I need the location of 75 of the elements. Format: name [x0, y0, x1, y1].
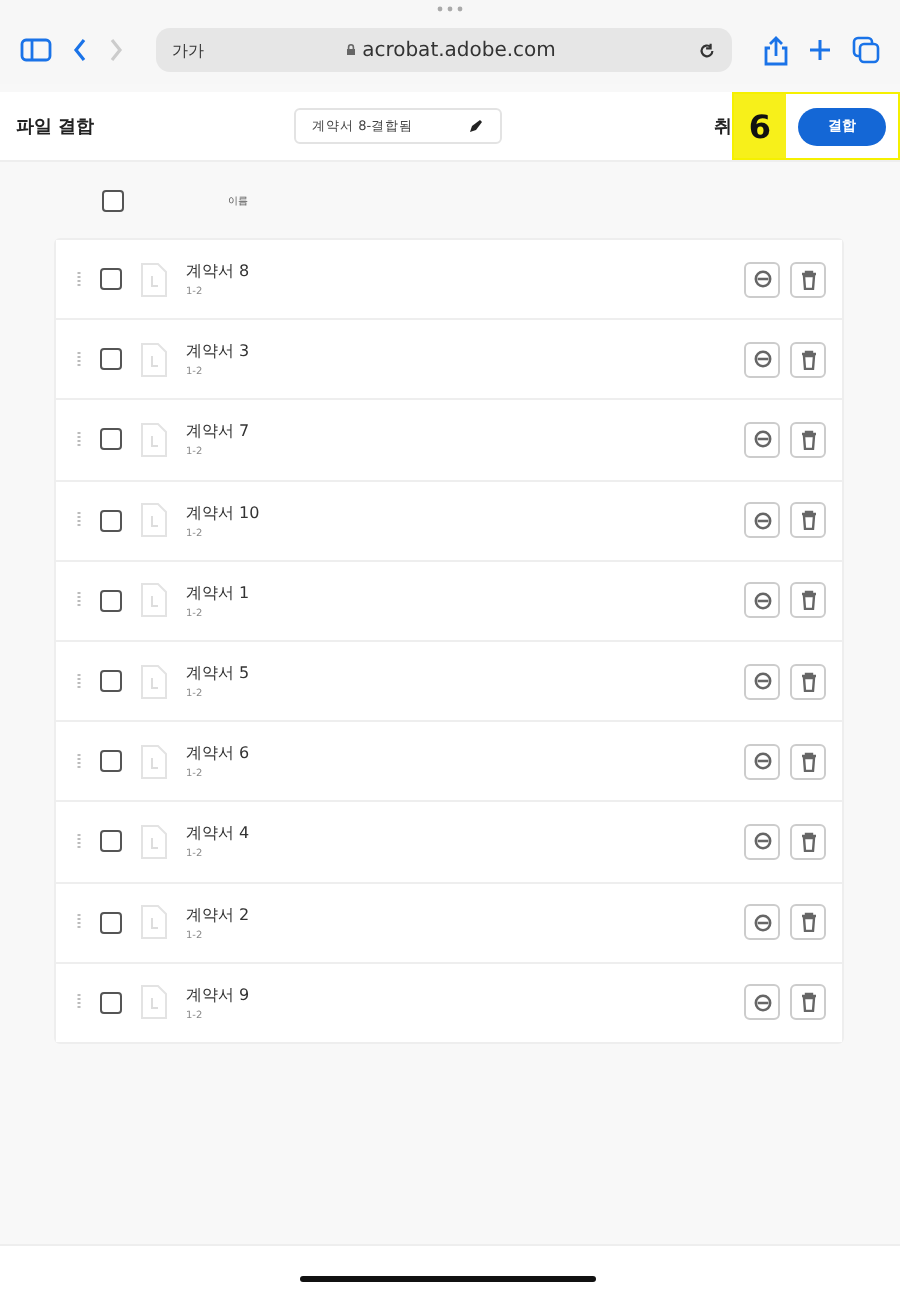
file-name: 계약서 5	[186, 662, 252, 685]
url-text: acrobat.adobe.com	[362, 39, 556, 61]
sidebar-icon[interactable]	[20, 38, 52, 62]
document-icon	[140, 502, 168, 539]
checkbox[interactable]	[100, 428, 122, 451]
drag-handle-icon[interactable]	[76, 753, 82, 770]
pencil-icon[interactable]	[468, 118, 484, 134]
file-name: 계약서 3	[186, 340, 252, 363]
drag-handle-icon[interactable]	[76, 271, 82, 288]
trash-icon	[799, 590, 817, 611]
delete-button[interactable]	[790, 823, 826, 860]
document-icon	[140, 823, 168, 860]
file-name: 계약서 6	[186, 742, 252, 765]
document-icon	[140, 341, 168, 378]
drag-handle-icon[interactable]	[76, 512, 82, 529]
trash-icon	[799, 349, 817, 370]
tabs-icon[interactable]	[852, 36, 880, 64]
drag-handle-icon[interactable]	[76, 914, 82, 931]
trash-icon	[799, 992, 817, 1013]
checkbox[interactable]	[100, 911, 122, 934]
file-name: 계약서 1	[186, 581, 252, 604]
checkbox[interactable]	[100, 670, 122, 693]
back-icon[interactable]	[72, 38, 88, 62]
file-name: 계약서 10	[186, 501, 262, 524]
lock-icon	[346, 43, 357, 55]
document-icon	[140, 984, 168, 1021]
text-size-button[interactable]: 가가	[172, 39, 204, 61]
checkbox[interactable]	[100, 348, 122, 371]
checkbox[interactable]	[102, 189, 124, 211]
checkbox[interactable]	[100, 991, 122, 1014]
file-name: 계약서 9	[186, 983, 252, 1006]
file-name: 계약서 8	[186, 260, 252, 283]
file-name: 계약서 4	[186, 822, 252, 845]
drag-handle-icon[interactable]	[76, 833, 82, 850]
reload-icon[interactable]	[698, 41, 716, 59]
document-icon	[140, 904, 168, 941]
trash-icon	[799, 510, 817, 531]
checkbox[interactable]	[100, 509, 122, 532]
delete-button[interactable]	[790, 261, 826, 298]
checkbox[interactable]	[100, 268, 122, 291]
trash-icon	[799, 269, 817, 290]
drag-handle-icon[interactable]	[76, 673, 82, 690]
page-title: 파일 결합	[16, 115, 97, 139]
document-icon	[140, 743, 168, 780]
delete-button[interactable]	[790, 341, 826, 378]
document-icon	[140, 421, 168, 458]
document-icon	[140, 261, 168, 298]
drag-handle-icon[interactable]	[76, 592, 82, 609]
checkbox[interactable]	[100, 750, 122, 773]
trash-icon	[799, 751, 817, 772]
delete-button[interactable]	[790, 582, 826, 619]
document-icon	[140, 582, 168, 619]
delete-button[interactable]	[790, 904, 826, 941]
checkbox[interactable]	[100, 830, 122, 853]
drag-handle-icon[interactable]	[76, 351, 82, 368]
document-icon	[140, 663, 168, 700]
delete-button[interactable]	[790, 502, 826, 539]
trash-icon	[799, 912, 817, 933]
file-name: 계약서 7	[186, 420, 252, 443]
delete-button[interactable]	[790, 663, 826, 700]
share-icon[interactable]	[764, 35, 788, 65]
file-name: 계약서 2	[186, 903, 252, 926]
delete-button[interactable]	[790, 984, 826, 1021]
trash-icon	[799, 429, 817, 450]
address-bar[interactable]: 가가 acrobat.adobe.com	[156, 28, 732, 72]
drag-handle-icon[interactable]	[76, 994, 82, 1011]
checkbox[interactable]	[100, 589, 122, 612]
step-annotation: 6	[734, 94, 786, 158]
cancel-button[interactable]: 취	[714, 113, 732, 139]
drag-handle-icon[interactable]	[76, 431, 82, 448]
trash-icon	[799, 831, 817, 852]
delete-button[interactable]	[790, 421, 826, 458]
trash-icon	[799, 671, 817, 692]
plus-icon[interactable]	[808, 38, 832, 62]
delete-button[interactable]	[790, 743, 826, 780]
